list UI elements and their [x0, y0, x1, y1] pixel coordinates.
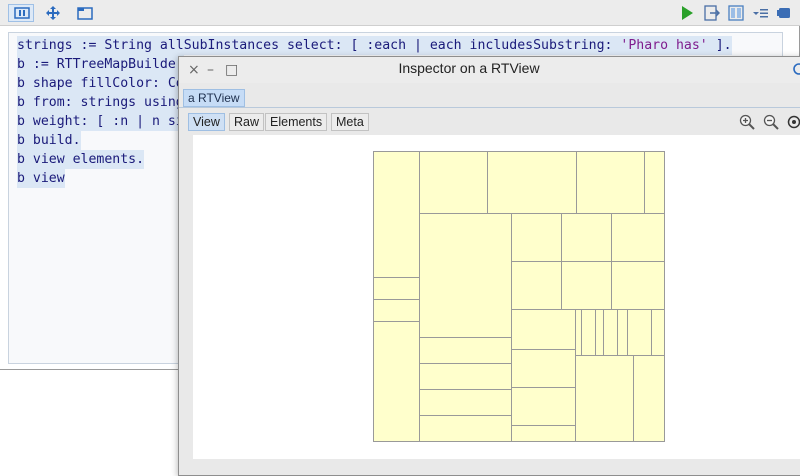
- play-icon: [682, 6, 693, 20]
- code-line: b view: [17, 169, 65, 188]
- treemap-cell[interactable]: [617, 309, 628, 356]
- treemap-cell[interactable]: [373, 321, 420, 442]
- zoom-in-icon: [739, 114, 755, 130]
- treemap-cell[interactable]: [511, 349, 576, 388]
- code-line: b view elements.: [17, 150, 145, 169]
- treemap-cell[interactable]: [611, 261, 665, 310]
- inspector-window: × – □ Inspector on a RTView a RTView Vie…: [178, 56, 800, 476]
- code-line: b shape fillColor: Co: [17, 74, 184, 93]
- code-line: b build.: [17, 131, 81, 150]
- do-it-and-go-button[interactable]: [704, 5, 722, 21]
- treemap-cell[interactable]: [419, 213, 512, 338]
- inspector-titlebar[interactable]: × – □ Inspector on a RTView: [179, 57, 800, 83]
- do-it-and-go-icon: [704, 5, 720, 21]
- treemap-cell[interactable]: [511, 387, 576, 426]
- treemap-cell[interactable]: [419, 415, 512, 442]
- treemap-cell[interactable]: [373, 151, 420, 278]
- search-icon[interactable]: [791, 62, 800, 76]
- treemap-cell[interactable]: [611, 213, 665, 262]
- move-icon: [46, 6, 60, 20]
- treemap-cell[interactable]: [603, 309, 618, 356]
- divider: [179, 107, 800, 108]
- treemap-cell[interactable]: [581, 309, 596, 356]
- bindings-icon: [728, 5, 744, 21]
- treemap-cell[interactable]: [644, 151, 665, 214]
- folder-button[interactable]: [72, 4, 98, 22]
- tab-view[interactable]: View: [188, 113, 225, 131]
- treemap-cell[interactable]: [419, 389, 512, 416]
- treemap-cell[interactable]: [373, 299, 420, 322]
- bindings-button[interactable]: [728, 5, 746, 21]
- code-line: strings := String allSubInstances select…: [17, 36, 732, 55]
- treemap-cell[interactable]: [419, 363, 512, 390]
- treemap: [373, 151, 665, 442]
- tab-elements[interactable]: Elements: [265, 113, 328, 131]
- playground-toolbar: [0, 0, 800, 26]
- code-line: b := RTTreeMapBuilder: [17, 55, 184, 74]
- treemap-cell[interactable]: [511, 213, 562, 262]
- treemap-cell[interactable]: [575, 309, 582, 356]
- move-button[interactable]: [40, 4, 66, 22]
- zoom-in-button[interactable]: [737, 112, 757, 132]
- zoom-out-button[interactable]: [761, 112, 781, 132]
- treemap-cell[interactable]: [373, 277, 420, 300]
- treemap-cell[interactable]: [595, 309, 604, 356]
- menu-button[interactable]: [752, 5, 768, 21]
- treemap-cell[interactable]: [633, 355, 665, 442]
- treemap-cell[interactable]: [511, 309, 576, 350]
- tab-raw[interactable]: Raw: [229, 113, 265, 131]
- treemap-cell[interactable]: [487, 151, 577, 214]
- pager-tab[interactable]: a RTView: [183, 89, 245, 107]
- treemap-cell[interactable]: [511, 425, 576, 442]
- zoom-reset-button[interactable]: [785, 112, 800, 132]
- zoom-reset-icon: [787, 115, 800, 129]
- window-title: Inspector on a RTView: [398, 60, 540, 76]
- play-button[interactable]: [679, 5, 697, 21]
- treemap-cell[interactable]: [419, 151, 488, 214]
- zoom-out-icon: [763, 114, 779, 130]
- code-line: b weight: [ :n | n si: [17, 112, 184, 131]
- treemap-cell[interactable]: [575, 355, 634, 442]
- menu-icon: [753, 9, 768, 18]
- treemap-cell[interactable]: [627, 309, 652, 356]
- playground-tab-icon: [14, 7, 30, 19]
- stop-button[interactable]: [776, 5, 792, 21]
- treemap-cell[interactable]: [561, 261, 612, 310]
- tab-meta[interactable]: Meta: [331, 113, 369, 131]
- treemap-cell[interactable]: [651, 309, 665, 356]
- visualization-canvas[interactable]: [193, 135, 800, 459]
- treemap-cell[interactable]: [419, 337, 512, 364]
- treemap-cell[interactable]: [561, 213, 612, 262]
- treemap-cell[interactable]: [576, 151, 645, 214]
- playground-tab-button[interactable]: [8, 4, 34, 22]
- code-line: b from: strings using: [17, 93, 184, 112]
- stop-icon: [777, 8, 790, 18]
- treemap-cell[interactable]: [511, 261, 562, 310]
- folder-icon: [77, 7, 93, 20]
